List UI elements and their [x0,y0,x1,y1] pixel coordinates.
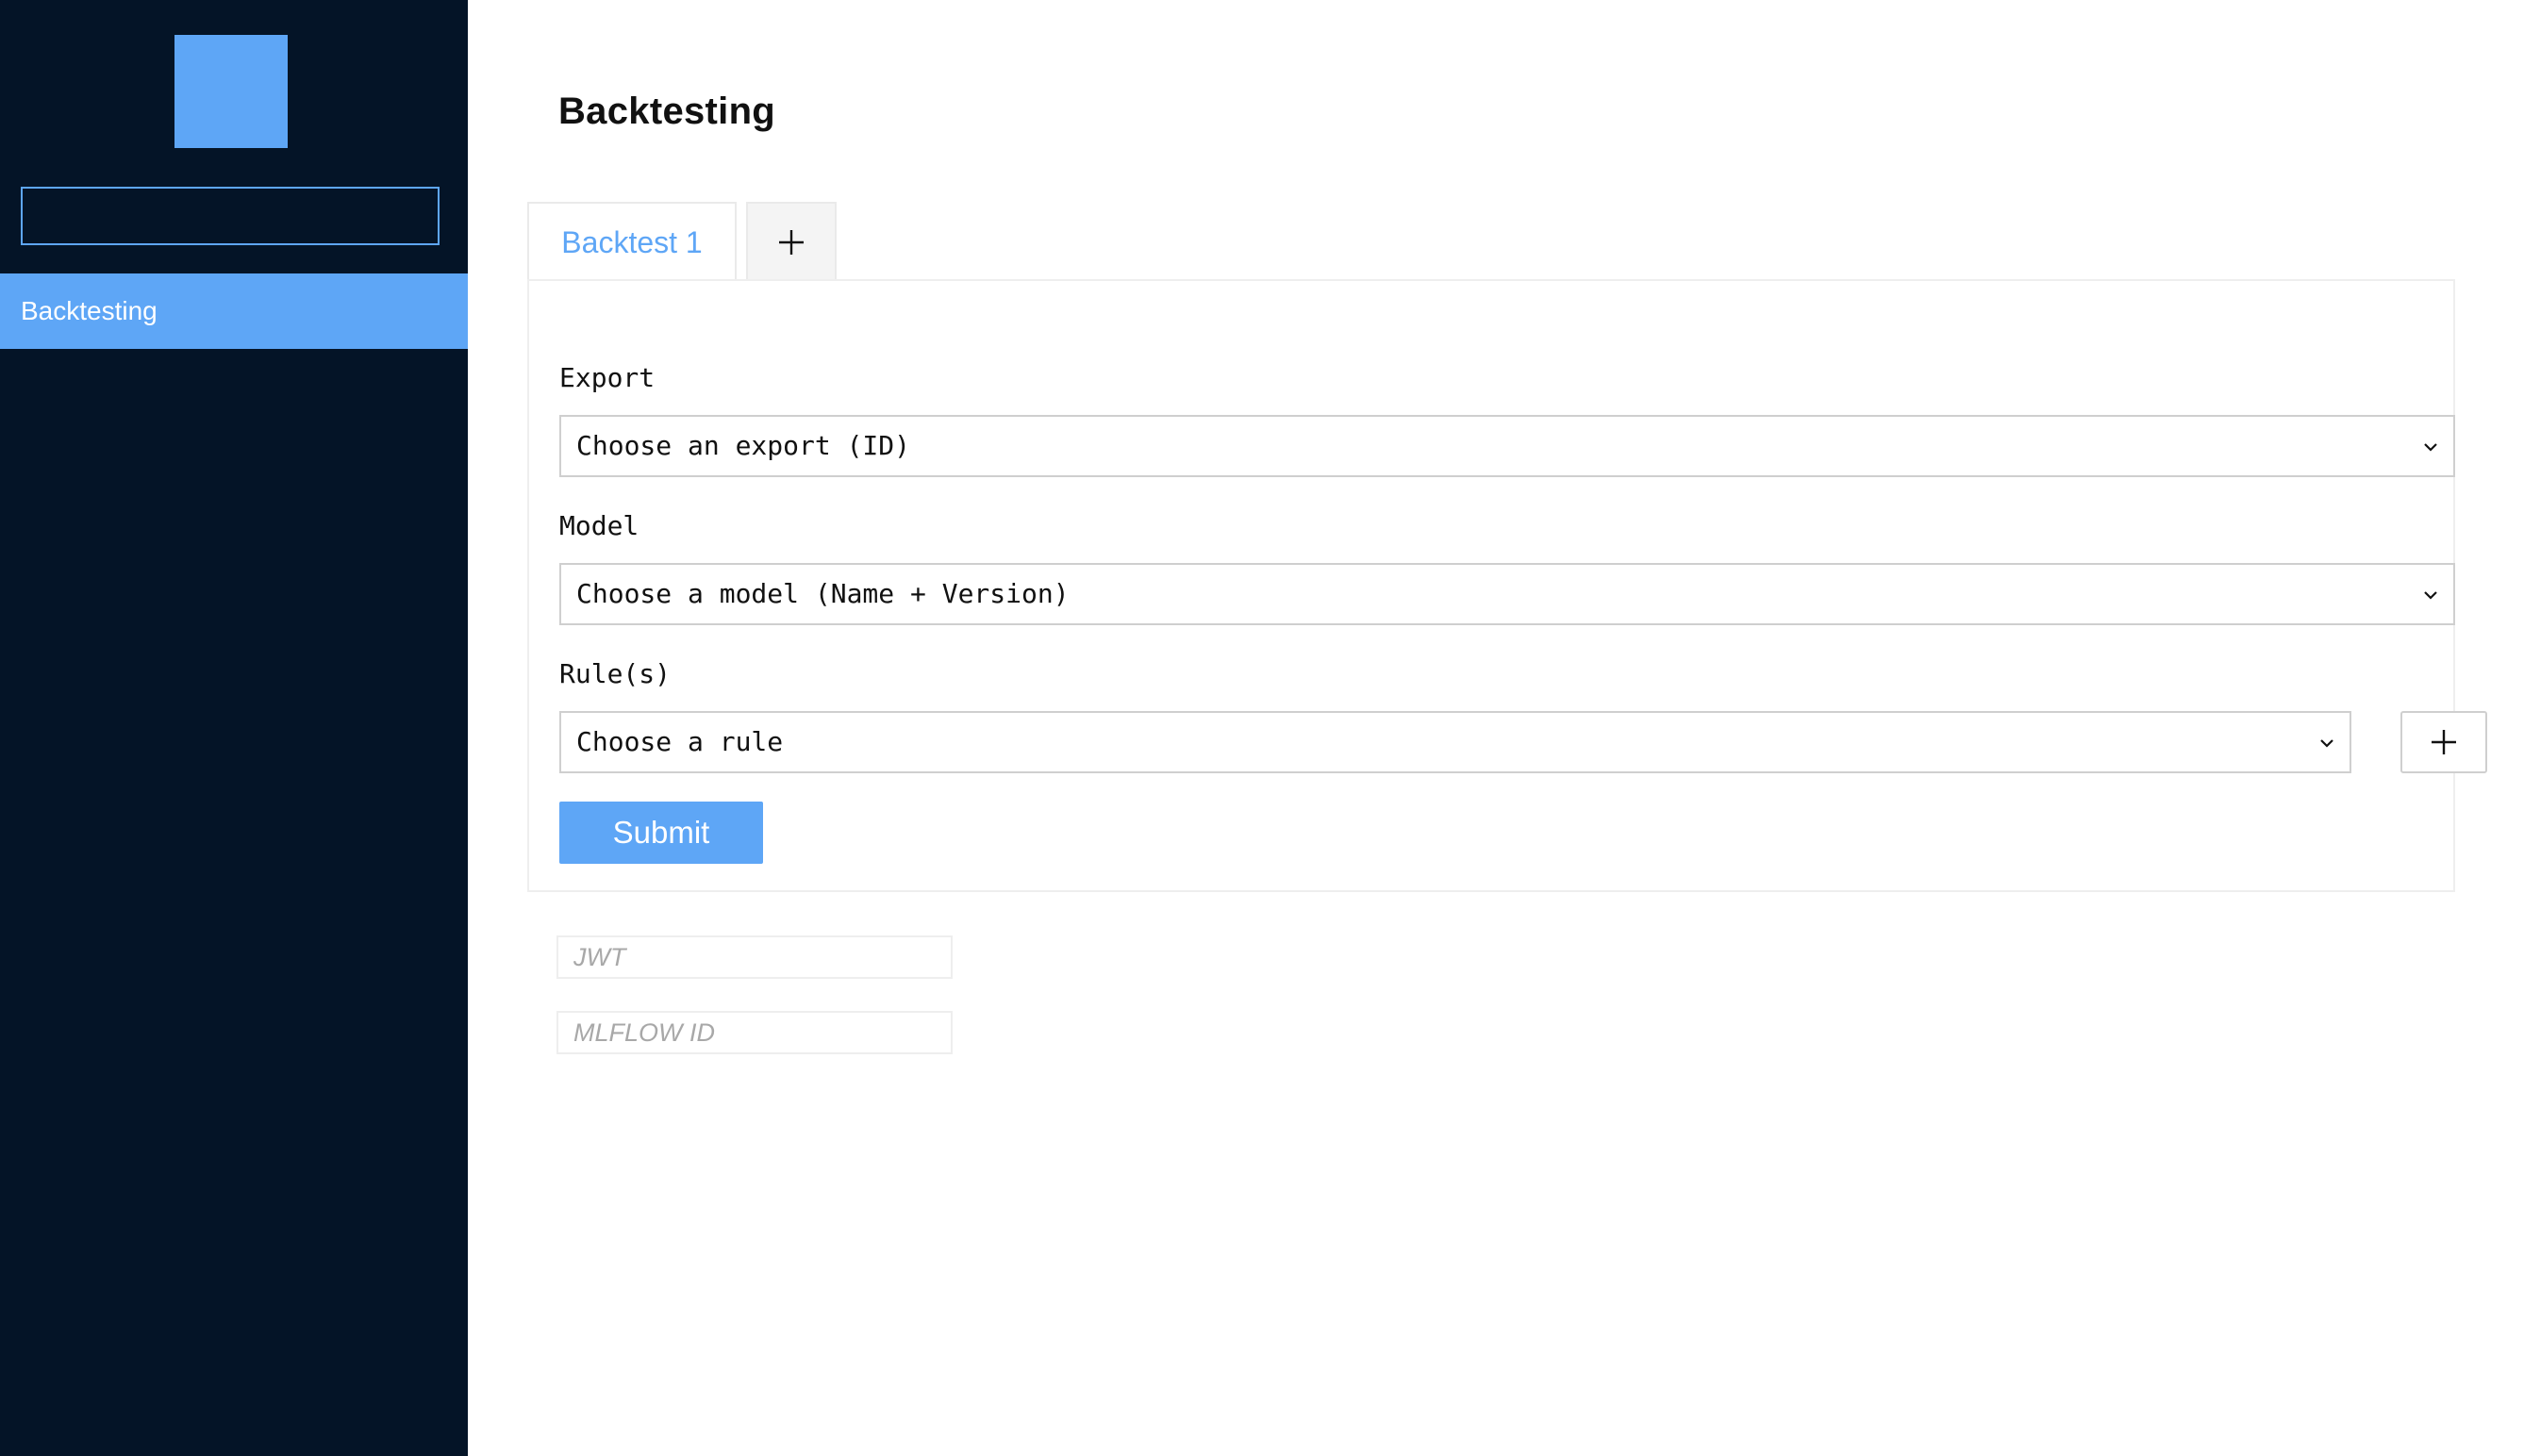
jwt-input[interactable] [556,935,953,979]
plus-icon [779,230,804,255]
submit-button[interactable]: Submit [559,802,763,864]
chevron-down-icon [2424,443,2437,452]
sidebar-item-backtesting[interactable]: Backtesting [0,273,468,349]
sidebar-search-input[interactable] [21,187,440,245]
plus-icon [2432,730,2456,754]
model-select-value: Choose a model (Name + Version) [576,578,1070,609]
sidebar: Backtesting [0,0,468,1456]
export-select-value: Choose an export (ID) [576,430,911,461]
logo[interactable] [174,35,288,148]
rules-label: Rule(s) [559,658,672,689]
mlflow-id-input[interactable] [556,1011,953,1054]
export-select[interactable]: Choose an export (ID) [559,415,2455,477]
page-title: Backtesting [558,91,776,132]
add-rule-button[interactable] [2400,711,2487,773]
model-label: Model [559,510,639,541]
rule-select[interactable]: Choose a rule [559,711,2351,773]
chevron-down-icon [2320,739,2333,748]
backtest-form-panel: Export Choose an export (ID) Model Choos… [527,279,2487,892]
model-select[interactable]: Choose a model (Name + Version) [559,563,2455,625]
rule-select-value: Choose a rule [576,726,784,757]
main-content: Backtesting Backtest 1 Export Choose an … [468,0,2524,1456]
chevron-down-icon [2424,591,2437,600]
export-label: Export [559,362,656,393]
add-tab-button[interactable] [746,202,837,281]
tab-backtest-1[interactable]: Backtest 1 [527,202,737,281]
